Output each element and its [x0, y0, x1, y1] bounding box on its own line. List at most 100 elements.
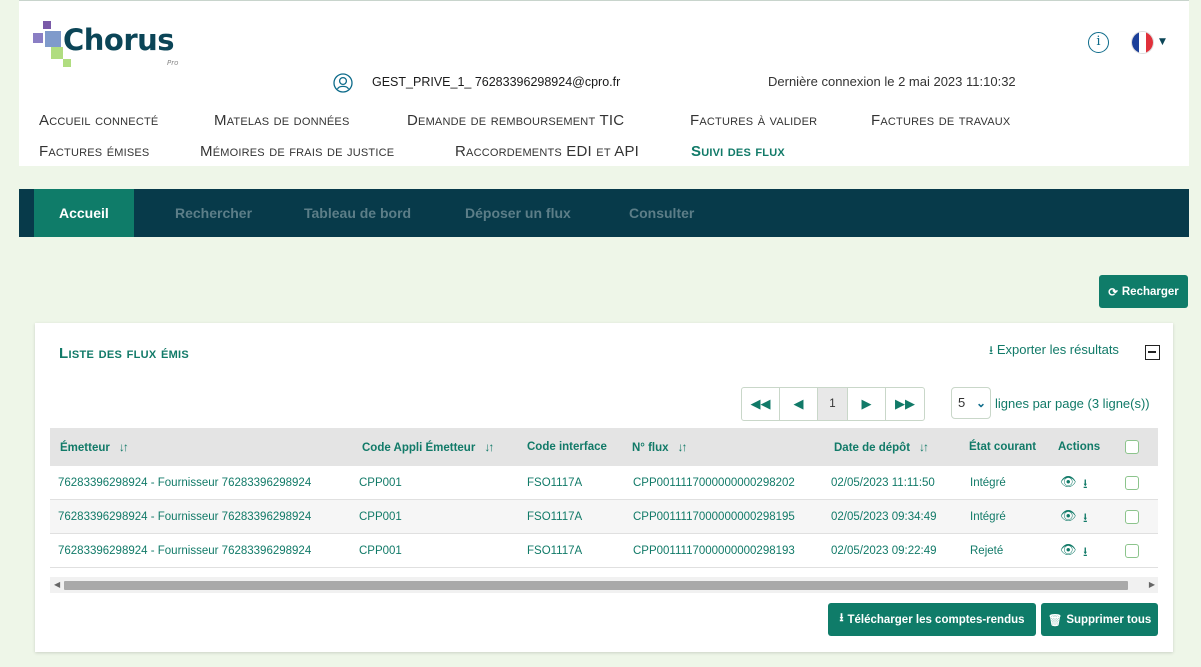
next-page-icon[interactable]: ▶ [848, 388, 886, 420]
nav-suivi-flux[interactable]: Suivi des flux [691, 143, 785, 160]
export-icon: ⭳ [989, 343, 994, 357]
sort-icon: ↓↑ [677, 440, 688, 454]
tab-accueil[interactable]: Accueil [34, 189, 134, 237]
cell-code-appli: CPP001 [359, 477, 402, 489]
download-icon[interactable]: ⭳ [1083, 543, 1088, 565]
scrollbar-thumb[interactable] [64, 581, 1128, 590]
eye-icon[interactable]: 👁 [1060, 475, 1077, 490]
reload-label: Recharger [1121, 285, 1179, 298]
nav-demande-remboursement[interactable]: Demande de remboursement TIC [407, 112, 624, 129]
col-date-depot[interactable]: Date de dépôt ↓↑ [834, 428, 929, 466]
per-page-select[interactable]: 5 ⌄ [951, 387, 991, 419]
download-icon[interactable]: ⭳ [1083, 509, 1088, 531]
trash-icon: 🗑 [1047, 614, 1063, 627]
logo-square [51, 47, 63, 59]
table-row: 76283396298924 - Fournisseur 76283396298… [50, 534, 1158, 568]
sub-navigation: Accueil Rechercher Tableau de bord Dépos… [19, 189, 1189, 237]
cell-emetteur[interactable]: 76283396298924 - Fournisseur 76283396298… [58, 500, 311, 534]
download-reports-label: Télécharger les comptes-rendus [847, 613, 1025, 626]
language-caret-icon[interactable]: ▼ [1159, 37, 1166, 47]
download-icon[interactable]: ⭳ [1083, 475, 1088, 497]
col-emetteur[interactable]: Émetteur ↓↑ [60, 428, 129, 466]
download-reports-button[interactable]: ⭳ Télécharger les comptes-rendus [828, 603, 1036, 636]
cell-code-interface: FSO1117A [527, 545, 583, 557]
cell-date: 02/05/2023 11:11:50 [831, 477, 935, 489]
flux-list-panel: Liste des flux émis ⭳ Exporter les résul… [35, 323, 1173, 652]
cell-code-interface: FSO1117A [527, 477, 583, 489]
info-icon[interactable]: i [1088, 32, 1109, 53]
user-email: GEST_PRIVE_1_ 76283396298924@cpro.fr [372, 75, 621, 89]
per-page-label: lignes par page (3 ligne(s)) [995, 396, 1150, 411]
site-header: Chorus Pro i ▼ GEST_PRIVE_1_ 76283396298… [19, 0, 1189, 166]
logo-square [33, 33, 43, 43]
first-page-icon[interactable]: ◀◀ [742, 388, 780, 420]
scroll-right-icon[interactable]: ▶ [1149, 580, 1155, 589]
col-actions: Actions [1058, 441, 1101, 453]
col-etat: État courant [969, 441, 1037, 453]
user-icon [333, 73, 353, 93]
logo-square [45, 31, 61, 47]
chevron-down-icon: ⌄ [975, 396, 986, 410]
nav-factures-a-valider[interactable]: Factures à valider [690, 112, 817, 129]
row-checkbox[interactable] [1125, 510, 1139, 524]
nav-factures-travaux[interactable]: Factures de travaux [871, 112, 1010, 129]
cell-num-flux[interactable]: CPP0011117000000000298202 [633, 466, 795, 500]
col-num-flux[interactable]: N° flux ↓↑ [632, 428, 688, 466]
delete-all-label: Supprimer tous [1066, 613, 1152, 626]
collapse-icon[interactable] [1145, 345, 1160, 360]
table-row: 76283396298924 - Fournisseur 76283396298… [50, 500, 1158, 534]
refresh-icon: ⟳ [1108, 286, 1118, 299]
prev-page-icon[interactable]: ◀ [780, 388, 818, 420]
cell-num-flux[interactable]: CPP0011117000000000298193 [633, 534, 795, 568]
cell-code-appli: CPP001 [359, 545, 402, 557]
nav-memoires-frais[interactable]: Mémoires de frais de justice [200, 143, 394, 160]
eye-icon[interactable]: 👁 [1060, 509, 1077, 524]
table-row: 76283396298924 - Fournisseur 76283396298… [50, 466, 1158, 500]
nav-raccordements[interactable]: Raccordements EDI et API [455, 143, 639, 160]
tab-rechercher[interactable]: Rechercher [175, 189, 252, 237]
col-code-interface[interactable]: Code interface [527, 428, 607, 466]
table-header: Émetteur ↓↑ Code Appli Émetteur ↓↑ Code in… [50, 428, 1158, 466]
cell-etat: Rejeté [970, 545, 1004, 557]
cell-emetteur[interactable]: 76283396298924 - Fournisseur 76283396298… [58, 534, 311, 568]
export-link[interactable]: ⭳ Exporter les résultats [989, 341, 1119, 362]
download-icon: ⭳ [839, 612, 844, 624]
logo-wordmark: Chorus [63, 23, 175, 57]
per-page-value: 5 [958, 395, 966, 410]
nav-accueil-connecte[interactable]: Accueil connecté [39, 112, 158, 129]
tab-tableau-de-bord[interactable]: Tableau de bord [304, 189, 411, 237]
last-page-icon[interactable]: ▶▶ [886, 388, 924, 420]
reload-button[interactable]: ⟳ Recharger [1099, 275, 1188, 308]
cell-date: 02/05/2023 09:22:49 [831, 545, 937, 557]
cell-code-interface: FSO1117A [527, 511, 583, 523]
col-code-appli[interactable]: Code Appli Émetteur ↓↑ [362, 428, 494, 466]
sort-icon: ↓↑ [919, 440, 929, 454]
logo-square [43, 21, 51, 29]
pagination: ◀◀ ◀ 1 ▶ ▶▶ [741, 387, 925, 421]
tab-consulter[interactable]: Consulter [629, 189, 694, 237]
row-checkbox[interactable] [1125, 476, 1139, 490]
cell-etat: Intégré [970, 477, 1006, 489]
nav-factures-emises[interactable]: Factures émises [39, 143, 149, 160]
cell-num-flux[interactable]: CPP0011117000000000298195 [633, 500, 795, 534]
horizontal-scrollbar[interactable]: ◀ ▶ [50, 577, 1158, 593]
row-checkbox[interactable] [1125, 544, 1139, 558]
cell-date: 02/05/2023 09:34:49 [831, 511, 937, 523]
scroll-left-icon[interactable]: ◀ [54, 580, 60, 589]
cell-emetteur[interactable]: 76283396298924 - Fournisseur 76283396298… [58, 466, 311, 500]
panel-title: Liste des flux émis [59, 345, 190, 362]
last-login: Dernière connexion le 2 mai 2023 11:10:3… [768, 74, 1016, 89]
nav-matelas-donnees[interactable]: Matelas de données [214, 112, 349, 129]
eye-icon[interactable]: 👁 [1060, 543, 1077, 558]
delete-all-button[interactable]: 🗑 Supprimer tous [1041, 603, 1158, 636]
chorus-pro-logo[interactable]: Chorus Pro [31, 21, 191, 69]
cell-code-appli: CPP001 [359, 511, 402, 523]
french-flag-icon[interactable] [1132, 32, 1153, 53]
tab-deposer-flux[interactable]: Déposer un flux [465, 189, 571, 237]
logo-square [63, 59, 71, 67]
current-page[interactable]: 1 [818, 388, 848, 420]
logo-subtitle: Pro [167, 59, 179, 67]
sort-icon: ↓↑ [118, 440, 129, 454]
sort-icon: ↓↑ [484, 440, 494, 454]
select-all-checkbox[interactable] [1125, 440, 1139, 454]
